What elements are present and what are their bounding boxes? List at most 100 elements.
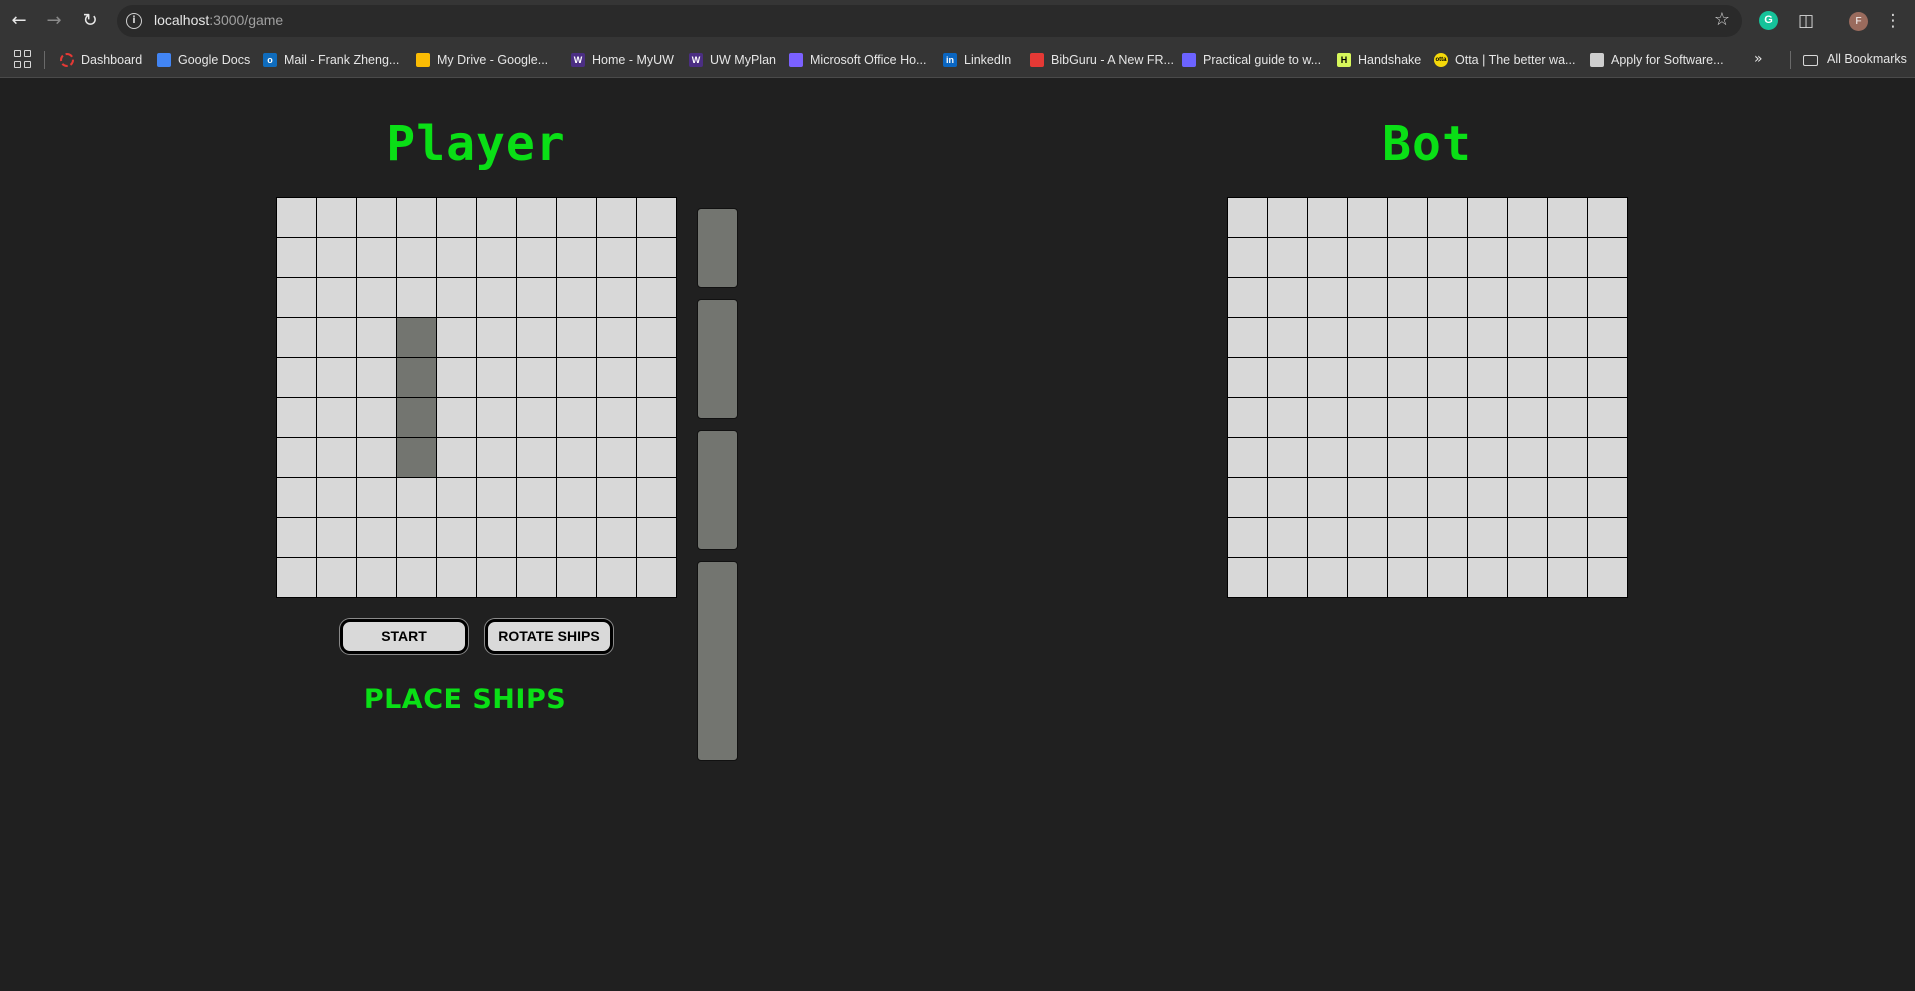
player-board-cell[interactable] xyxy=(356,557,396,597)
bot-board-cell[interactable] xyxy=(1507,477,1547,517)
player-board-cell[interactable] xyxy=(476,437,516,477)
bot-board-cell[interactable] xyxy=(1267,517,1307,557)
player-board-cell[interactable] xyxy=(556,277,596,317)
player-board-cell[interactable] xyxy=(356,477,396,517)
player-board-cell[interactable] xyxy=(277,357,316,397)
bot-board-cell[interactable] xyxy=(1307,277,1347,317)
bot-board-cell[interactable] xyxy=(1467,477,1507,517)
player-board-cell[interactable] xyxy=(516,437,556,477)
bookmark-item[interactable]: otta Otta | The better wa... xyxy=(1434,42,1575,78)
bot-board-cell[interactable] xyxy=(1267,277,1307,317)
bot-board-cell[interactable] xyxy=(1267,477,1307,517)
player-board-cell[interactable] xyxy=(436,317,476,357)
bot-board-cell[interactable] xyxy=(1547,397,1587,437)
bot-board[interactable] xyxy=(1227,197,1628,598)
bot-board-cell[interactable] xyxy=(1587,517,1627,557)
bot-board-cell[interactable] xyxy=(1307,357,1347,397)
bot-board-cell[interactable] xyxy=(1267,357,1307,397)
bot-board-cell[interactable] xyxy=(1507,437,1547,477)
player-board-cell[interactable] xyxy=(636,477,676,517)
start-button[interactable]: START xyxy=(340,619,468,654)
bot-board-cell[interactable] xyxy=(1547,517,1587,557)
bot-board-cell[interactable] xyxy=(1467,437,1507,477)
bot-board-cell[interactable] xyxy=(1587,557,1627,597)
bot-board-cell[interactable] xyxy=(1307,237,1347,277)
bot-board-cell[interactable] xyxy=(1347,277,1387,317)
bot-board-cell[interactable] xyxy=(1387,557,1427,597)
player-board-cell[interactable] xyxy=(277,198,316,237)
bot-board-cell[interactable] xyxy=(1507,317,1547,357)
bot-board-cell[interactable] xyxy=(1547,317,1587,357)
player-board-cell[interactable] xyxy=(636,517,676,557)
player-board-cell[interactable] xyxy=(516,198,556,237)
bot-board-cell[interactable] xyxy=(1387,198,1427,237)
player-board-cell[interactable] xyxy=(436,477,476,517)
bot-board-cell[interactable] xyxy=(1467,517,1507,557)
player-board-cell[interactable] xyxy=(476,237,516,277)
bookmark-item[interactable]: o Mail - Frank Zheng... xyxy=(263,42,399,78)
bot-board-cell[interactable] xyxy=(1587,397,1627,437)
player-board-cell[interactable] xyxy=(316,198,356,237)
player-board-cell[interactable] xyxy=(356,317,396,357)
bot-board-cell[interactable] xyxy=(1467,557,1507,597)
bot-board-cell[interactable] xyxy=(1228,357,1267,397)
bot-board-cell[interactable] xyxy=(1387,437,1427,477)
player-board-cell[interactable] xyxy=(596,557,636,597)
bookmark-item[interactable]: Practical guide to w... xyxy=(1182,42,1321,78)
player-board-cell[interactable] xyxy=(596,237,636,277)
player-board-cell[interactable] xyxy=(396,277,436,317)
player-board-cell[interactable] xyxy=(436,437,476,477)
bookmark-item[interactable]: My Drive - Google... xyxy=(416,42,548,78)
dock-ship-3b[interactable] xyxy=(697,430,738,550)
player-board-cell[interactable] xyxy=(596,317,636,357)
player-board-cell[interactable] xyxy=(516,277,556,317)
bot-board-cell[interactable] xyxy=(1347,557,1387,597)
player-board-cell[interactable] xyxy=(636,357,676,397)
player-board-cell[interactable] xyxy=(316,397,356,437)
bot-board-cell[interactable] xyxy=(1467,277,1507,317)
player-board-cell[interactable] xyxy=(316,437,356,477)
player-board-cell[interactable] xyxy=(516,397,556,437)
player-board-cell[interactable] xyxy=(356,357,396,397)
player-board-cell[interactable] xyxy=(396,198,436,237)
player-board-cell[interactable] xyxy=(636,397,676,437)
player-board-cell[interactable] xyxy=(316,357,356,397)
player-board-cell[interactable] xyxy=(356,277,396,317)
bot-board-cell[interactable] xyxy=(1307,397,1347,437)
bookmark-item[interactable]: W UW MyPlan xyxy=(689,42,776,78)
bot-board-cell[interactable] xyxy=(1467,357,1507,397)
all-bookmarks-link[interactable]: All Bookmarks xyxy=(1827,52,1907,66)
bot-board-cell[interactable] xyxy=(1387,357,1427,397)
bot-board-cell[interactable] xyxy=(1427,477,1467,517)
bookmark-item[interactable]: in LinkedIn xyxy=(943,42,1011,78)
player-board-cell[interactable] xyxy=(516,237,556,277)
bot-board-cell[interactable] xyxy=(1587,437,1627,477)
more-bookmarks-chevron-icon[interactable]: » xyxy=(1754,51,1763,67)
player-board-cell[interactable] xyxy=(476,397,516,437)
reload-icon[interactable]: ↻ xyxy=(77,9,103,33)
bot-board-cell[interactable] xyxy=(1347,317,1387,357)
bookmark-item[interactable]: Dashboard xyxy=(60,42,142,78)
player-board-cell[interactable] xyxy=(396,477,436,517)
player-board-cell[interactable] xyxy=(277,557,316,597)
player-board-cell[interactable] xyxy=(436,277,476,317)
player-board-cell[interactable] xyxy=(596,198,636,237)
bot-board-cell[interactable] xyxy=(1507,517,1547,557)
bot-board-cell[interactable] xyxy=(1587,317,1627,357)
bot-board-cell[interactable] xyxy=(1507,237,1547,277)
bookmark-item[interactable]: W Home - MyUW xyxy=(571,42,674,78)
bot-board-cell[interactable] xyxy=(1347,237,1387,277)
folder-icon[interactable] xyxy=(1803,55,1818,66)
player-board-cell[interactable] xyxy=(316,477,356,517)
player-board-cell[interactable] xyxy=(476,198,516,237)
dock-ship-5[interactable] xyxy=(697,561,738,761)
bot-board-cell[interactable] xyxy=(1427,397,1467,437)
player-board-cell[interactable] xyxy=(556,517,596,557)
player-board-cell[interactable] xyxy=(556,437,596,477)
bot-board-cell[interactable] xyxy=(1228,237,1267,277)
grammarly-extension-icon[interactable]: G xyxy=(1759,11,1778,30)
bot-board-cell[interactable] xyxy=(1547,277,1587,317)
player-board-cell[interactable] xyxy=(356,517,396,557)
player-board-cell[interactable] xyxy=(277,317,316,357)
player-board-cell[interactable] xyxy=(356,198,396,237)
